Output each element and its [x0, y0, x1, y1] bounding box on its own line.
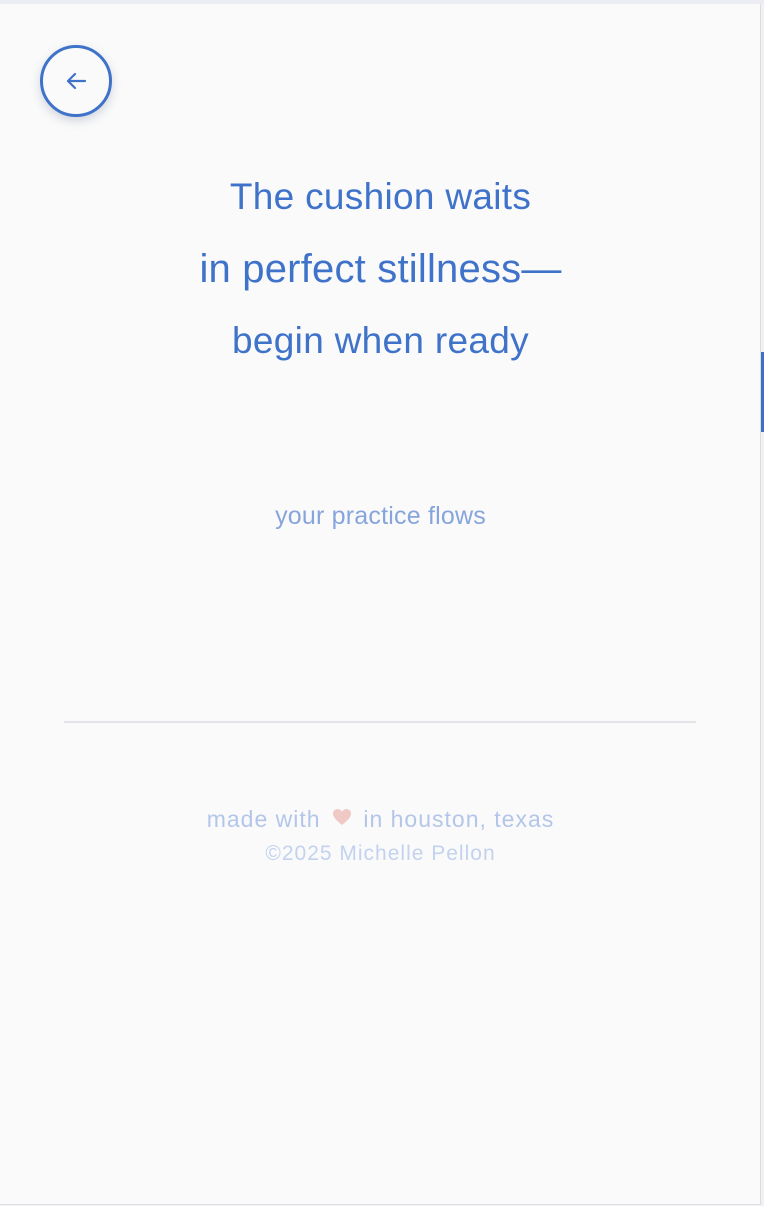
page-window: The cushion waits in perfect stillness— … — [0, 4, 761, 1205]
hero-line-3: begin when ready — [232, 320, 529, 361]
heart-icon — [332, 805, 352, 832]
hero-line-1: The cushion waits — [229, 176, 532, 217]
made-with-line: made with in houston, texas — [0, 806, 761, 834]
made-with-suffix: in houston, texas — [363, 806, 555, 832]
arrow-left-icon — [61, 66, 91, 96]
status-text: your practice flows — [275, 502, 486, 530]
made-with-prefix: made with — [206, 806, 321, 832]
footer-divider — [64, 721, 696, 723]
copyright-text: ©2025 Michelle Pellon — [265, 842, 496, 865]
hero-line-2: in perfect stillness— — [199, 247, 562, 291]
back-button[interactable] — [40, 45, 112, 117]
